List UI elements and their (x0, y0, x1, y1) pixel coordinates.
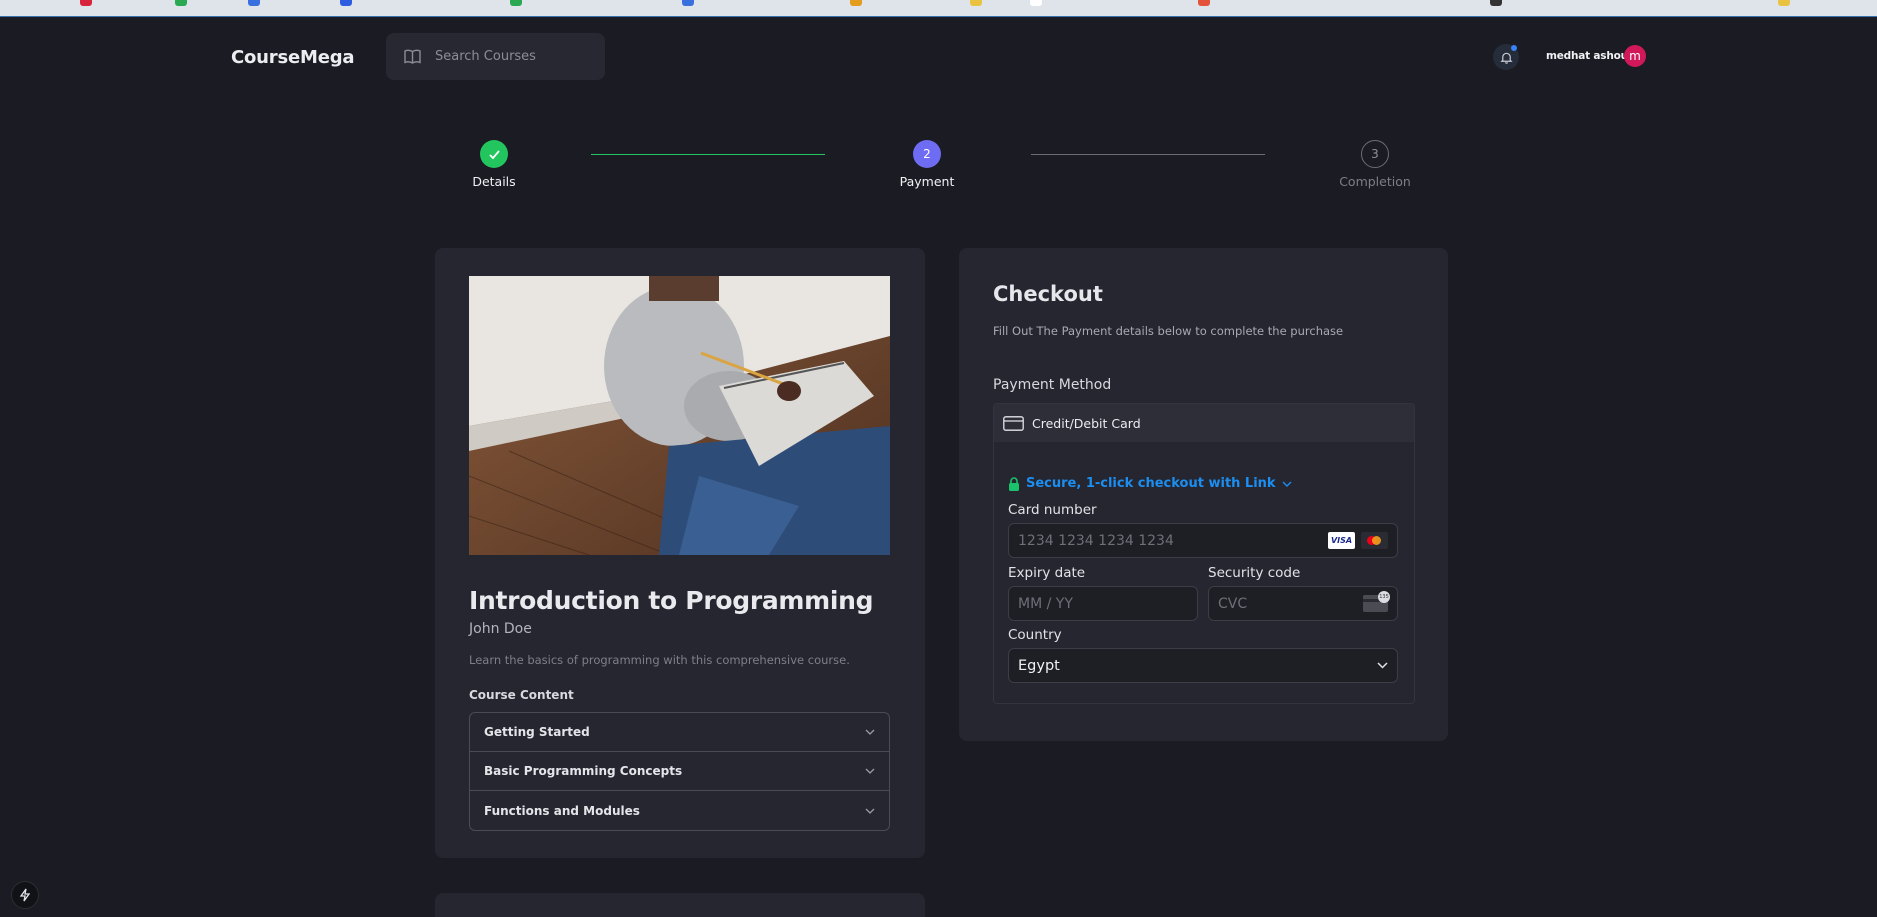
credit-card-tab[interactable]: Credit/Debit Card (994, 404, 1414, 442)
bookmark-favicon[interactable] (850, 0, 862, 6)
accordion-item[interactable]: Functions and Modules (470, 791, 889, 830)
course-image (469, 276, 890, 555)
expiry-field[interactable] (1008, 586, 1198, 621)
browser-bookmarks-bar (0, 0, 1877, 17)
bookmark-favicon[interactable] (510, 0, 522, 6)
checkout-subtitle: Fill Out The Payment details below to co… (993, 324, 1344, 338)
bookmark-favicon[interactable] (682, 0, 694, 6)
user-name[interactable]: medhat ashour (1546, 50, 1633, 62)
search-input[interactable] (435, 49, 575, 64)
secondary-card (435, 893, 925, 917)
bookmark-favicon[interactable] (340, 0, 352, 6)
course-content-heading: Course Content (469, 688, 574, 702)
step-details-circle (480, 140, 508, 168)
accordion-item-title: Getting Started (484, 725, 590, 739)
chevron-down-icon (865, 768, 875, 774)
checkout-card: Checkout Fill Out The Payment details be… (959, 248, 1448, 741)
step-label-completion: Completion (1339, 174, 1411, 189)
step-connector-pending (1031, 154, 1265, 155)
course-description: Learn the basics of programming with thi… (469, 653, 850, 667)
chevron-down-icon (865, 729, 875, 735)
step-label-details: Details (472, 174, 516, 189)
accordion-item-title: Basic Programming Concepts (484, 764, 683, 778)
expiry-input[interactable] (1018, 595, 1188, 612)
course-content-accordion: Getting Started Basic Programming Concep… (469, 712, 890, 831)
credit-card-tab-label: Credit/Debit Card (1032, 415, 1141, 431)
accordion-item[interactable]: Getting Started (470, 713, 889, 752)
checkout-title: Checkout (993, 282, 1103, 306)
card-number-field[interactable]: VISA (1008, 523, 1398, 558)
chevron-down-icon (865, 808, 875, 814)
country-value: Egypt (1018, 657, 1060, 674)
security-code-field[interactable]: 135 (1208, 586, 1398, 621)
bookmark-favicon[interactable] (1778, 0, 1790, 6)
search-bar[interactable] (386, 33, 605, 80)
mastercard-logo (1361, 532, 1388, 549)
bookmark-favicon[interactable] (1030, 0, 1042, 6)
bookmark-favicon[interactable] (1490, 0, 1502, 6)
bookmark-favicon[interactable] (1198, 0, 1210, 6)
bookmark-favicon[interactable] (248, 0, 260, 6)
book-icon (404, 49, 421, 64)
chevron-down-icon (1377, 662, 1388, 669)
country-label: Country (1008, 627, 1062, 643)
course-card: Introduction to Programming John Doe Lea… (435, 248, 925, 858)
credit-card-icon (1003, 415, 1024, 431)
bell-icon (1499, 52, 1513, 64)
check-icon (488, 149, 500, 159)
cvc-input[interactable] (1218, 595, 1363, 612)
app-logo[interactable]: CourseMega (231, 47, 355, 68)
payment-method-label: Payment Method (993, 377, 1112, 393)
bookmark-favicon[interactable] (175, 0, 187, 6)
accordion-item-title: Functions and Modules (484, 803, 640, 818)
bookmark-favicon[interactable] (970, 0, 982, 6)
notification-dot (1511, 45, 1517, 51)
link-checkout-button[interactable]: Secure, 1-click checkout with Link (1008, 476, 1292, 491)
step-payment-circle: 2 (913, 140, 941, 168)
top-navbar: CourseMega medhat ashour m (0, 17, 1877, 97)
card-number-label: Card number (1008, 502, 1097, 518)
dev-tools-button[interactable] (11, 881, 39, 909)
lightning-icon (19, 888, 31, 902)
link-checkout-text: Secure, 1-click checkout with Link (1026, 476, 1276, 491)
course-title: Introduction to Programming (469, 586, 874, 615)
step-connector-complete (591, 154, 825, 155)
avatar[interactable]: m (1624, 45, 1646, 67)
chevron-down-icon (1282, 481, 1292, 487)
accordion-item[interactable]: Basic Programming Concepts (470, 752, 889, 791)
expiry-label: Expiry date (1008, 565, 1086, 581)
payment-element: Credit/Debit Card Secure, 1-click checko… (993, 403, 1415, 704)
lock-icon (1009, 476, 1019, 491)
cvc-card-icon: 135 (1363, 591, 1390, 612)
course-author: John Doe (469, 621, 532, 637)
card-number-input[interactable] (1018, 532, 1328, 549)
security-code-label: Security code (1208, 565, 1301, 581)
country-select[interactable]: Egypt (1008, 648, 1398, 683)
notifications-button[interactable] (1493, 44, 1519, 70)
bookmark-favicon[interactable] (80, 0, 92, 6)
course-photo-illustration (469, 276, 890, 555)
visa-logo: VISA (1328, 532, 1355, 549)
step-completion-circle: 3 (1361, 140, 1389, 168)
step-label-payment: Payment (899, 174, 955, 189)
